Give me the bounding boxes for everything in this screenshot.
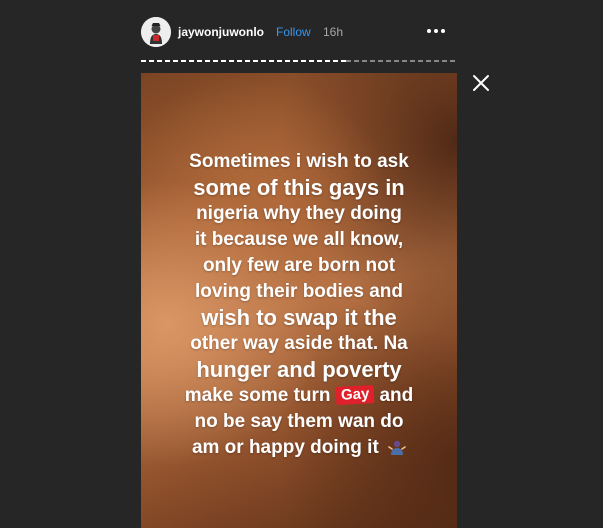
caption-line-with-emoji: am or happy doing it (141, 435, 457, 461)
caption-line: no be say them wan do (194, 411, 404, 432)
caption-line: hunger and poverty (196, 357, 402, 382)
caption-line: other way aside that. Na (190, 333, 408, 354)
avatar-image (141, 17, 171, 47)
caption-line: loving their bodies and (195, 281, 403, 302)
story-viewer: jaywonjuwonlo Follow 16h Sometimes i wis… (0, 0, 603, 528)
more-options-icon[interactable] (424, 21, 448, 41)
story-media[interactable]: Sometimes i wish to ask some of this gay… (141, 73, 457, 528)
caption-line: Sometimes i wish to ask (189, 151, 409, 172)
avatar[interactable] (141, 17, 171, 47)
close-icon[interactable] (472, 74, 490, 92)
person-shrugging-icon (388, 438, 406, 456)
caption-line: only few are born not (202, 255, 396, 276)
follow-button[interactable]: Follow (276, 25, 311, 39)
progress-elapsed (141, 60, 346, 62)
caption-line: nigeria why they doing (196, 203, 402, 224)
caption-line: wish to swap it the (201, 305, 397, 330)
caption-fragment: make some turn (184, 385, 331, 406)
username-link[interactable]: jaywonjuwonlo (178, 25, 264, 39)
caption-line: some of this gays in (193, 175, 405, 200)
caption-fragment: am or happy doing it (191, 437, 379, 458)
gay-sticker: Gay (335, 385, 375, 405)
caption-fragment: and (379, 385, 414, 406)
progress-remaining (346, 60, 457, 62)
timestamp: 16h (323, 25, 344, 39)
caption-line-with-sticker: make some turn Gay and (141, 383, 457, 409)
caption-line: it because we all know, (194, 229, 404, 250)
story-header: jaywonjuwonlo Follow 16h (141, 17, 457, 47)
story-caption: Sometimes i wish to ask some of this gay… (141, 149, 457, 461)
story-progress-bar (141, 60, 457, 62)
